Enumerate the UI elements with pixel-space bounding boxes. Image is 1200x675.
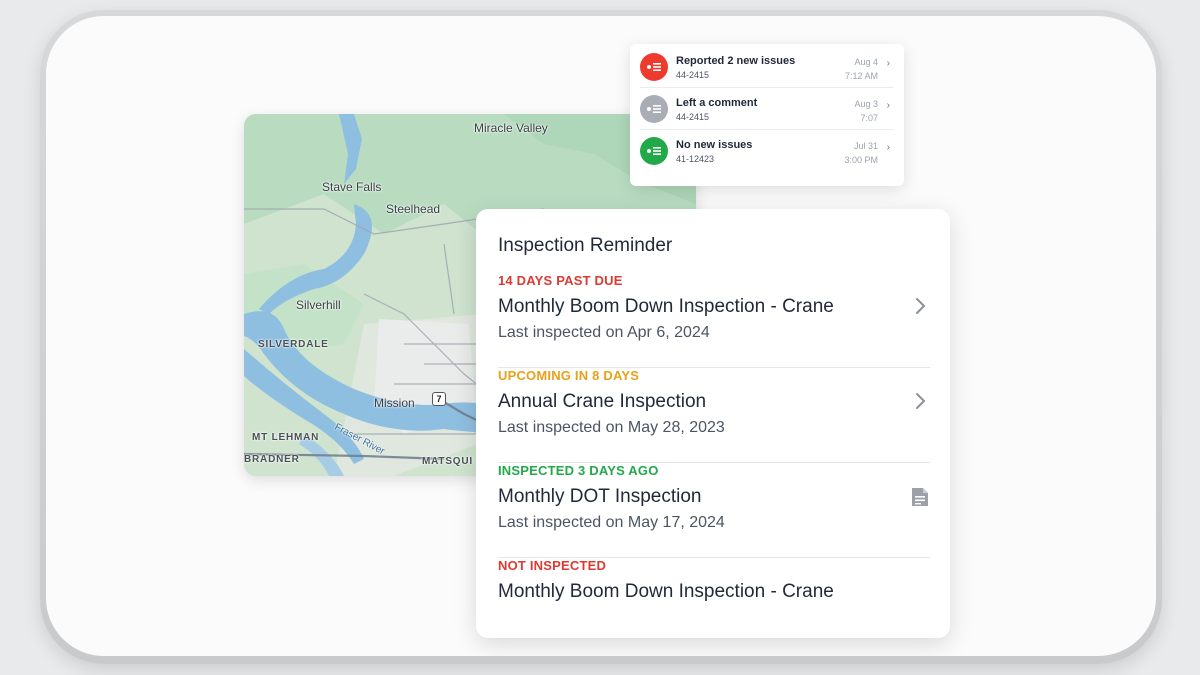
inspection-name: Monthly Boom Down Inspection - Crane	[498, 296, 834, 317]
inspection-name: Monthly DOT Inspection	[498, 486, 702, 507]
activity-title: Reported 2 new issues	[676, 55, 796, 67]
activity-date: Jul 31	[853, 141, 878, 151]
chevron-right-icon: ›	[886, 142, 890, 153]
inspection-item[interactable]: INSPECTED 3 DAYS AGO Monthly DOT Inspect…	[498, 463, 930, 558]
activity-date: Aug 4	[854, 57, 878, 67]
activity-item[interactable]: Reported 2 new issues 44-2415 Aug 4 7:12…	[640, 46, 894, 88]
inspection-item[interactable]: 14 DAYS PAST DUE Monthly Boom Down Inspe…	[498, 273, 930, 368]
map-label-miracle-valley: Miracle Valley	[474, 121, 548, 135]
map-label-steelhead: Steelhead	[386, 202, 441, 216]
activity-item[interactable]: Left a comment 44-2415 Aug 3 7:07 ›	[640, 88, 894, 130]
chevron-right-icon[interactable]	[914, 295, 928, 317]
map-label-silverdale: SILVERDALE	[258, 339, 329, 350]
inspection-name: Monthly Boom Down Inspection - Crane	[498, 581, 834, 602]
inspection-reminder-card: Inspection Reminder 14 DAYS PAST DUE Mon…	[476, 209, 950, 638]
status-label: 14 DAYS PAST DUE	[498, 273, 623, 288]
last-inspected: Last inspected on May 28, 2023	[498, 419, 725, 436]
map-label-stave-falls: Stave Falls	[322, 180, 382, 194]
chevron-right-icon: ›	[886, 58, 890, 69]
status-label: UPCOMING IN 8 DAYS	[498, 368, 640, 383]
activity-time: 3:00 PM	[844, 155, 878, 165]
activity-item[interactable]: No new issues 41-12423 Jul 31 3:00 PM ›	[640, 130, 894, 172]
activity-asset-id: 41-12423	[676, 154, 715, 164]
inspection-item[interactable]: NOT INSPECTED Monthly Boom Down Inspecti…	[498, 558, 930, 653]
checklist-icon	[640, 53, 668, 81]
map-label-mission: Mission	[374, 396, 415, 410]
activity-feed-card: Reported 2 new issues 44-2415 Aug 4 7:12…	[630, 44, 904, 186]
activity-time: 7:12 AM	[844, 71, 878, 81]
activity-date: Aug 3	[854, 99, 878, 109]
map-label-silverhill: Silverhill	[296, 298, 341, 312]
activity-asset-id: 44-2415	[676, 70, 710, 80]
inspection-name: Annual Crane Inspection	[498, 391, 707, 412]
screen: Miracle Valley Stave Falls Steelhead Sil…	[46, 16, 1156, 656]
document-icon[interactable]	[910, 486, 930, 508]
device-frame: Miracle Valley Stave Falls Steelhead Sil…	[40, 10, 1162, 664]
last-inspected: Last inspected on May 17, 2024	[498, 514, 725, 531]
map-label-mt-lehman: MT LEHMAN	[252, 432, 320, 443]
chevron-right-icon[interactable]	[914, 390, 928, 412]
inspection-item[interactable]: UPCOMING IN 8 DAYS Annual Crane Inspecti…	[498, 368, 930, 463]
status-label: INSPECTED 3 DAYS AGO	[498, 463, 659, 478]
card-title: Inspection Reminder	[498, 235, 673, 256]
activity-title: No new issues	[676, 139, 753, 151]
chevron-right-icon: ›	[886, 100, 890, 111]
map-label-matsqui: MATSQUI	[422, 456, 473, 467]
checklist-icon	[640, 95, 668, 123]
activity-asset-id: 44-2415	[676, 112, 710, 122]
activity-title: Left a comment	[676, 97, 758, 109]
activity-time: 7:07	[860, 113, 878, 123]
highway-shield: 7	[432, 392, 446, 406]
status-label: NOT INSPECTED	[498, 558, 607, 573]
checklist-icon	[640, 137, 668, 165]
map-label-bradner: BRADNER	[244, 454, 300, 465]
last-inspected: Last inspected on Apr 6, 2024	[498, 324, 710, 341]
